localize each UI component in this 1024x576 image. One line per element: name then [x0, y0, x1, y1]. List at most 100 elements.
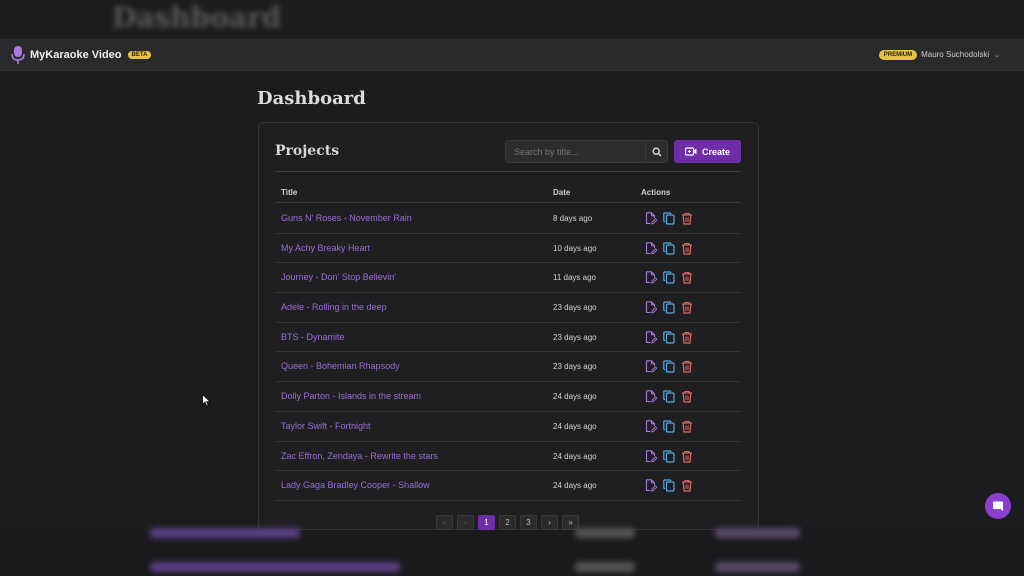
copy-icon[interactable]	[663, 331, 675, 344]
copy-icon[interactable]	[663, 271, 675, 284]
prev-page-button[interactable]: ‹	[457, 515, 474, 530]
edit-file-icon[interactable]	[645, 360, 658, 374]
blurred-overlay	[0, 528, 1024, 576]
table-row: Guns N' Roses - November Rain 8 days ago	[275, 204, 741, 234]
column-date[interactable]: Date	[553, 188, 570, 197]
top-navbar: MyKaraoke Video BETA PREMIUM Mauro Sucho…	[0, 39, 1024, 71]
app-name: MyKaraoke Video	[30, 48, 122, 61]
copy-icon[interactable]	[663, 242, 675, 255]
trash-icon[interactable]	[681, 450, 693, 463]
trash-icon[interactable]	[681, 479, 693, 492]
trash-icon[interactable]	[681, 271, 693, 284]
edit-file-icon[interactable]	[645, 241, 658, 255]
row-actions	[645, 449, 693, 463]
trash-icon[interactable]	[681, 331, 693, 344]
table-row: Queen - Bohemian Rhapsody 23 days ago	[275, 352, 741, 383]
edit-file-icon[interactable]	[645, 420, 658, 433]
project-title-link[interactable]: Taylor Swift - Fortnight	[281, 421, 371, 431]
project-title-link[interactable]: Guns N' Roses - November Rain	[281, 213, 412, 223]
row-actions	[645, 271, 693, 285]
next-page-button[interactable]: ›	[541, 515, 558, 530]
beta-badge: BETA	[127, 50, 152, 59]
project-title-link[interactable]: Zac Effron, Zendaya - Rewrite the stars	[281, 451, 438, 461]
project-date: 10 days ago	[553, 243, 597, 253]
table-row: Adele - Rolling in the deep 23 days ago	[275, 293, 741, 323]
copy-icon[interactable]	[663, 420, 675, 433]
project-date: 23 days ago	[553, 362, 597, 372]
copy-icon[interactable]	[663, 212, 675, 225]
first-page-button[interactable]: «	[436, 515, 453, 530]
row-actions	[645, 301, 693, 314]
mouse-cursor-icon	[202, 393, 212, 412]
create-label: Create	[701, 146, 730, 157]
row-actions	[645, 331, 693, 344]
project-date: 24 days ago	[553, 421, 597, 431]
edit-file-icon[interactable]	[645, 212, 658, 225]
page-button-2[interactable]: 2	[499, 515, 516, 530]
copy-icon[interactable]	[663, 479, 675, 492]
premium-badge: PREMIUM	[878, 49, 918, 60]
project-title-link[interactable]: Lady Gaga Bradley Cooper - Shallow	[281, 480, 430, 490]
table-row: Journey - Don' Stop Believin' 11 days ago	[275, 263, 741, 294]
edit-file-icon[interactable]	[645, 479, 658, 492]
edit-file-icon[interactable]	[645, 390, 658, 403]
projects-title: Projects	[275, 143, 340, 159]
project-title-link[interactable]: Journey - Don' Stop Believin'	[281, 272, 396, 282]
chat-bubble-icon	[993, 501, 1003, 511]
page-button-3[interactable]: 3	[520, 515, 537, 530]
projects-card: Projects Create Title Date Actions Guns …	[258, 122, 759, 530]
edit-file-icon[interactable]	[645, 301, 658, 314]
edit-file-icon[interactable]	[645, 449, 658, 463]
project-title-link[interactable]: My Achy Breaky Heart	[281, 243, 370, 253]
projects-table-body: Guns N' Roses - November Rain 8 days ago M…	[275, 204, 741, 501]
copy-icon[interactable]	[663, 301, 675, 314]
row-actions	[645, 390, 693, 403]
column-actions: Actions	[641, 188, 671, 197]
edit-file-icon[interactable]	[645, 331, 658, 344]
trash-icon[interactable]	[681, 420, 693, 433]
row-actions	[645, 241, 693, 255]
project-date: 23 days ago	[553, 332, 597, 342]
chat-button[interactable]	[985, 493, 1011, 519]
user-menu[interactable]: PREMIUM Mauro Suchodolski ⌄	[878, 49, 1000, 60]
table-header: Title Date Actions	[275, 183, 741, 203]
table-row: Lady Gaga Bradley Cooper - Shallow 24 day…	[275, 471, 741, 501]
search-icon	[651, 146, 661, 156]
row-actions	[645, 420, 693, 433]
page-button-1[interactable]: 1	[478, 515, 495, 530]
project-date: 24 days ago	[553, 451, 597, 461]
project-title-link[interactable]: Queen - Bohemian Rhapsody	[281, 361, 400, 371]
copy-icon[interactable]	[663, 449, 675, 463]
divider	[275, 171, 741, 172]
trash-icon[interactable]	[681, 301, 693, 314]
table-row: Zac Effron, Zendaya - Rewrite the stars 2…	[275, 442, 741, 472]
project-date: 24 days ago	[553, 481, 597, 491]
trash-icon[interactable]	[681, 242, 693, 255]
row-actions	[645, 479, 693, 492]
user-name: Mauro Suchodolski	[921, 50, 990, 59]
project-title-link[interactable]: BTS - Dynamite	[281, 332, 345, 342]
page-title: Dashboard	[257, 88, 366, 109]
copy-icon[interactable]	[663, 390, 675, 403]
edit-file-icon[interactable]	[645, 271, 658, 285]
table-row: Dolly Parton - Islands in the stream 24 d…	[275, 382, 741, 412]
table-row: Taylor Swift - Fortnight 24 days ago	[275, 412, 741, 442]
project-title-link[interactable]: Adele - Rolling in the deep	[281, 302, 387, 312]
chevron-down-icon: ⌄	[994, 51, 1000, 59]
search-input[interactable]	[506, 141, 645, 162]
pagination: « ‹ 1 2 3 › »	[436, 515, 579, 530]
row-actions	[645, 360, 693, 374]
table-row: My Achy Breaky Heart 10 days ago	[275, 234, 741, 264]
trash-icon[interactable]	[681, 360, 693, 374]
trash-icon[interactable]	[681, 390, 693, 403]
create-button[interactable]: Create	[674, 140, 741, 163]
column-title: Title	[281, 188, 298, 197]
brand[interactable]: MyKaraoke Video BETA	[10, 45, 152, 65]
project-date: 23 days ago	[553, 303, 597, 313]
trash-icon[interactable]	[681, 212, 693, 225]
project-date: 24 days ago	[553, 392, 597, 402]
microphone-logo-icon	[10, 45, 26, 65]
search-button[interactable]	[645, 141, 667, 162]
project-title-link[interactable]: Dolly Parton - Islands in the stream	[281, 391, 421, 401]
copy-icon[interactable]	[663, 360, 675, 374]
